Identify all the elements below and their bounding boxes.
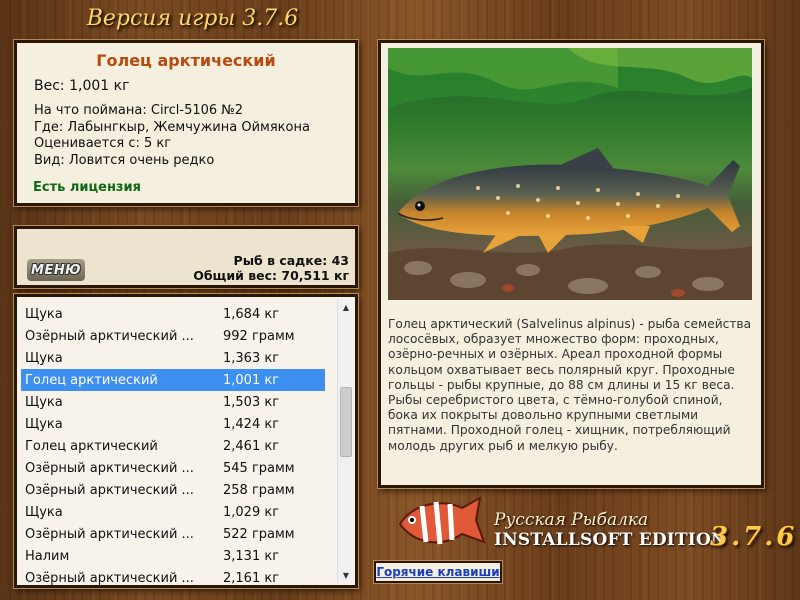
list-item[interactable]: Щука 1,424 кг	[21, 413, 325, 435]
fish-count: Рыб в садке: 43	[233, 253, 349, 268]
list-item-weight: 2,161 кг	[223, 570, 280, 586]
list-scrollbar[interactable]: ▲ ▼	[337, 299, 353, 583]
list-item[interactable]: Голец арктический 1,001 кг	[21, 369, 325, 391]
list-item-weight: 1,363 кг	[223, 350, 280, 366]
catch-info-panel: Голец арктический Вес: 1,001 кг На что п…	[14, 40, 358, 206]
list-item-weight: 3,131 кг	[223, 548, 280, 564]
list-item-weight: 258 грамм	[223, 482, 295, 498]
catch-rarity: Вид: Ловится очень редко	[34, 152, 215, 168]
list-item-name: Озёрный арктический ...	[25, 460, 194, 476]
catch-list: Щука 1,684 кг Озёрный арктический ... 992 г…	[21, 303, 325, 586]
list-item[interactable]: Голец арктический 2,461 кг	[21, 435, 325, 457]
list-item[interactable]: Озёрный арктический ... 992 грамм	[21, 325, 325, 347]
list-item-weight: 2,461 кг	[223, 438, 280, 454]
list-item-name: Налим	[25, 548, 70, 564]
scroll-up-icon[interactable]: ▲	[338, 299, 354, 315]
menu-button[interactable]: МЕНЮ	[27, 259, 85, 281]
list-item-name: Щука	[25, 504, 63, 520]
catch-location: Где: Лабынгкыр, Жемчужина Оймякона	[34, 119, 310, 135]
list-item-weight: 1,424 кг	[223, 416, 280, 432]
list-item-weight: 1,503 кг	[223, 394, 280, 410]
catch-fish-name: Голец арктический	[96, 51, 276, 70]
list-item-name: Щука	[25, 394, 63, 410]
hotkeys-link[interactable]: Горячие клавиши	[374, 561, 502, 583]
fish-photo	[388, 48, 752, 300]
catch-price: Оценивается с: 5 кг	[34, 136, 172, 151]
list-item-name: Озёрный арктический ...	[25, 482, 194, 498]
fish-logo-icon	[398, 496, 486, 545]
list-item-weight: 1,001 кг	[223, 372, 280, 388]
list-item-name: Щука	[25, 306, 63, 322]
list-item[interactable]: Щука 1,503 кг	[21, 391, 325, 413]
list-item-weight: 1,029 кг	[223, 504, 280, 520]
list-item[interactable]: Щука 1,684 кг	[21, 303, 325, 325]
fish-photo-panel: Голец арктический (Salvelinus alpinus) -…	[378, 40, 764, 488]
catch-weight: Вес: 1,001 кг	[34, 78, 130, 94]
scrollbar-thumb[interactable]	[340, 387, 352, 457]
keepnet-stats-panel: МЕНЮ Рыб в садке: 43 Общий вес: 70,511 к…	[14, 226, 358, 288]
list-item[interactable]: Щука 1,363 кг	[21, 347, 325, 369]
list-item-name: Щука	[25, 350, 63, 366]
list-item-weight: 545 грамм	[223, 460, 295, 476]
list-item[interactable]: Озёрный арктический ... 2,161 кг	[21, 567, 325, 586]
list-item-weight: 992 грамм	[223, 328, 295, 344]
brand-line-1: Русская Рыбалка	[494, 510, 649, 530]
license-status: Есть лицензия	[33, 180, 141, 195]
list-item-name: Озёрный арктический ...	[25, 570, 194, 586]
list-item[interactable]: Озёрный арктический ... 258 грамм	[21, 479, 325, 501]
list-item-weight: 522 грамм	[223, 526, 295, 542]
catch-bait: На что поймана: Circl-5106 №2	[34, 103, 244, 118]
list-item[interactable]: Озёрный арктический ... 522 грамм	[21, 523, 325, 545]
game-logo: Русская Рыбалка INSTALLSOFT EDITION 3.7.…	[388, 488, 800, 558]
list-item[interactable]: Озёрный арктический ... 545 грамм	[21, 457, 325, 479]
list-item-name: Озёрный арктический ...	[25, 526, 194, 542]
fish-description: Голец арктический (Salvelinus alpinus) -…	[388, 317, 752, 453]
brand-version: 3.7.6	[710, 522, 798, 552]
game-version-title: Версия игры 3.7.6	[86, 6, 299, 31]
list-item-name: Озёрный арктический ...	[25, 328, 194, 344]
list-item-name: Щука	[25, 416, 63, 432]
scroll-down-icon[interactable]: ▼	[338, 567, 354, 583]
catch-list-panel: Щука 1,684 кг Озёрный арктический ... 992 г…	[14, 294, 358, 588]
list-item-name: Голец арктический	[25, 372, 158, 388]
total-weight: Общий вес: 70,511 кг	[193, 268, 349, 283]
list-item[interactable]: Налим 3,131 кг	[21, 545, 325, 567]
brand-line-2: INSTALLSOFT EDITION	[494, 530, 727, 550]
list-item-weight: 1,684 кг	[223, 306, 280, 322]
list-item[interactable]: Щука 1,029 кг	[21, 501, 325, 523]
list-item-name: Голец арктический	[25, 438, 158, 454]
